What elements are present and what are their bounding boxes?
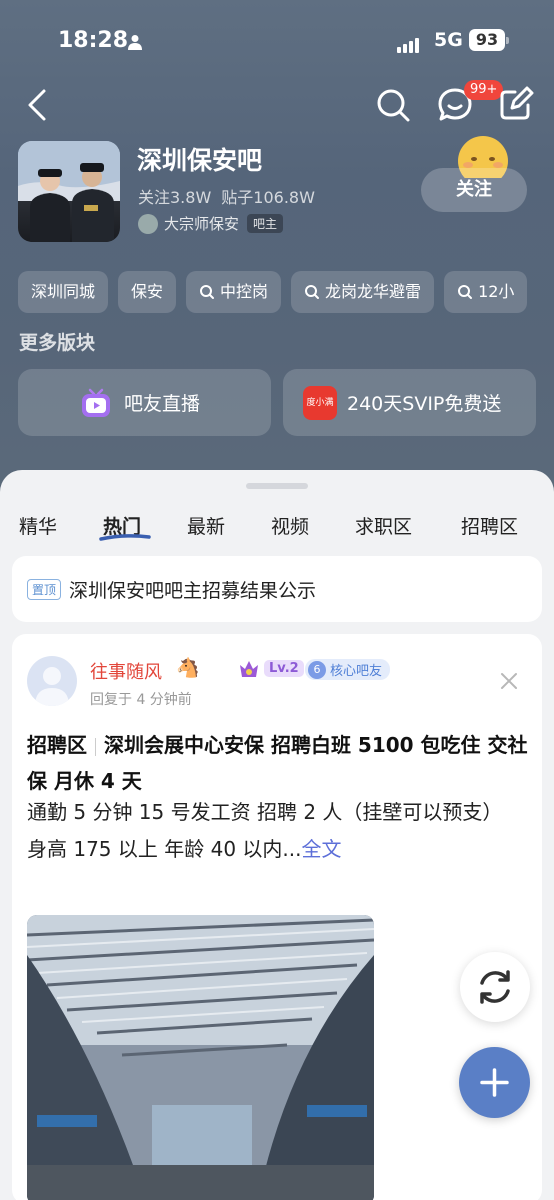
signal-icon [397, 34, 421, 53]
refresh-button[interactable] [460, 952, 530, 1022]
post-image[interactable] [27, 915, 374, 1200]
battery-tip [506, 37, 509, 44]
tag-label: 深圳同城 [31, 282, 96, 301]
block-live[interactable]: 吧友直播 [18, 369, 271, 436]
tag-chip[interactable]: 保安 [118, 271, 177, 313]
tag-label: 保安 [131, 282, 164, 301]
post-body-line: 通勤 5 分钟 15 号发工资 招聘 2 人（挂壁可以预支） [27, 800, 503, 824]
person-icon [128, 35, 142, 50]
search-icon [458, 285, 473, 299]
pinned-tag: 置顶 [27, 578, 62, 600]
tab-job-seeking[interactable]: 求职区 [355, 512, 412, 539]
tag-chip[interactable]: 中控岗 [186, 271, 282, 313]
tab-video[interactable]: 视频 [271, 512, 309, 539]
tab-latest[interactable]: 最新 [187, 512, 225, 539]
user-name[interactable]: 往事随风 [90, 658, 162, 684]
search-icon [305, 285, 320, 299]
live-tv-icon [82, 388, 110, 417]
refresh-icon [480, 970, 510, 1004]
post-title-text: 深圳会展中心安保 招聘白班 5100 包吃住 交社保 月休 4 天 [27, 733, 528, 793]
block-label: 240天SVIP免费送 [347, 393, 502, 415]
tag-chip[interactable]: 深圳同城 [18, 271, 109, 313]
user-avatar[interactable] [27, 656, 77, 706]
tag-chip[interactable]: 12小 [444, 271, 528, 313]
tag-row: 深圳同城 保安 中控岗 龙岗龙华避雷 12小 [18, 271, 554, 313]
core-member-number: 6 [308, 660, 326, 679]
user-emoji-badges: 🐴😹 [176, 657, 222, 679]
tag-chip[interactable]: 龙岗龙华避雷 [291, 271, 435, 313]
read-more-link[interactable]: 全文 [301, 837, 341, 861]
search-icon[interactable] [374, 86, 412, 124]
post-section[interactable]: 招聘区 [27, 733, 87, 757]
status-time: 18:28 [58, 28, 129, 53]
svip-gift-icon: 度小满 [303, 386, 337, 420]
active-tab-underline [99, 534, 151, 541]
post-body: 通勤 5 分钟 15 号发工资 招聘 2 人（挂壁可以预支） 身高 175 以上… [27, 794, 532, 868]
plus-icon [480, 1068, 509, 1097]
tag-label: 龙岗龙华避雷 [325, 282, 422, 301]
battery-indicator: 93 [469, 29, 505, 51]
tag-label: 中控岗 [220, 282, 269, 301]
post-body-line: 身高 175 以上 年龄 40 以内... [27, 837, 302, 861]
tab-featured[interactable]: 精华 [19, 512, 57, 539]
core-member-badge: 6 核心吧友 [305, 659, 391, 680]
search-icon [200, 285, 215, 299]
followers-count: 关注3.8W [138, 188, 212, 207]
post-title: 招聘区 深圳会展中心安保 招聘白班 5100 包吃住 交社保 月休 4 天 [27, 727, 532, 799]
block-svip[interactable]: 度小满 240天SVIP免费送 [283, 369, 536, 436]
block-label: 吧友直播 [124, 393, 201, 415]
pinned-post[interactable]: 置顶 深圳保安吧吧主招募结果公示 [12, 556, 542, 622]
forum-name: 深圳保安吧 [137, 146, 263, 175]
follow-button[interactable]: 关注 [421, 168, 527, 212]
forum-owner[interactable]: 大宗师保安 吧主 [138, 213, 284, 234]
tab-bar: 精华 热门 最新 视频 求职区 招聘区 [0, 512, 554, 544]
status-bar: 18:28 5G 93 [0, 26, 554, 60]
divider [95, 737, 96, 756]
more-blocks-title: 更多版块 [19, 332, 96, 354]
pinned-title: 深圳保安吧吧主招募结果公示 [69, 579, 317, 602]
crown-icon [240, 661, 258, 677]
posts-count: 贴子106.8W [221, 188, 315, 207]
back-arrow-icon[interactable] [24, 88, 52, 122]
core-member-label: 核心吧友 [330, 664, 383, 679]
owner-role-tag: 吧主 [247, 214, 284, 233]
tab-recruiting[interactable]: 招聘区 [461, 512, 518, 539]
owner-avatar [138, 213, 158, 234]
level-badge: Lv.2 [264, 660, 304, 677]
sheet-grabber[interactable] [246, 483, 308, 489]
network-label: 5G [434, 29, 463, 51]
tag-label: 12小 [478, 282, 515, 301]
owner-name: 大宗师保安 [164, 215, 240, 233]
reply-time: 回复于 4 分钟前 [90, 692, 192, 708]
edit-icon[interactable] [498, 86, 534, 122]
close-icon[interactable] [500, 672, 518, 690]
forum-avatar[interactable] [18, 141, 120, 242]
forum-stats: 关注3.8W 贴子106.8W [138, 184, 325, 208]
new-post-button[interactable] [459, 1047, 530, 1118]
